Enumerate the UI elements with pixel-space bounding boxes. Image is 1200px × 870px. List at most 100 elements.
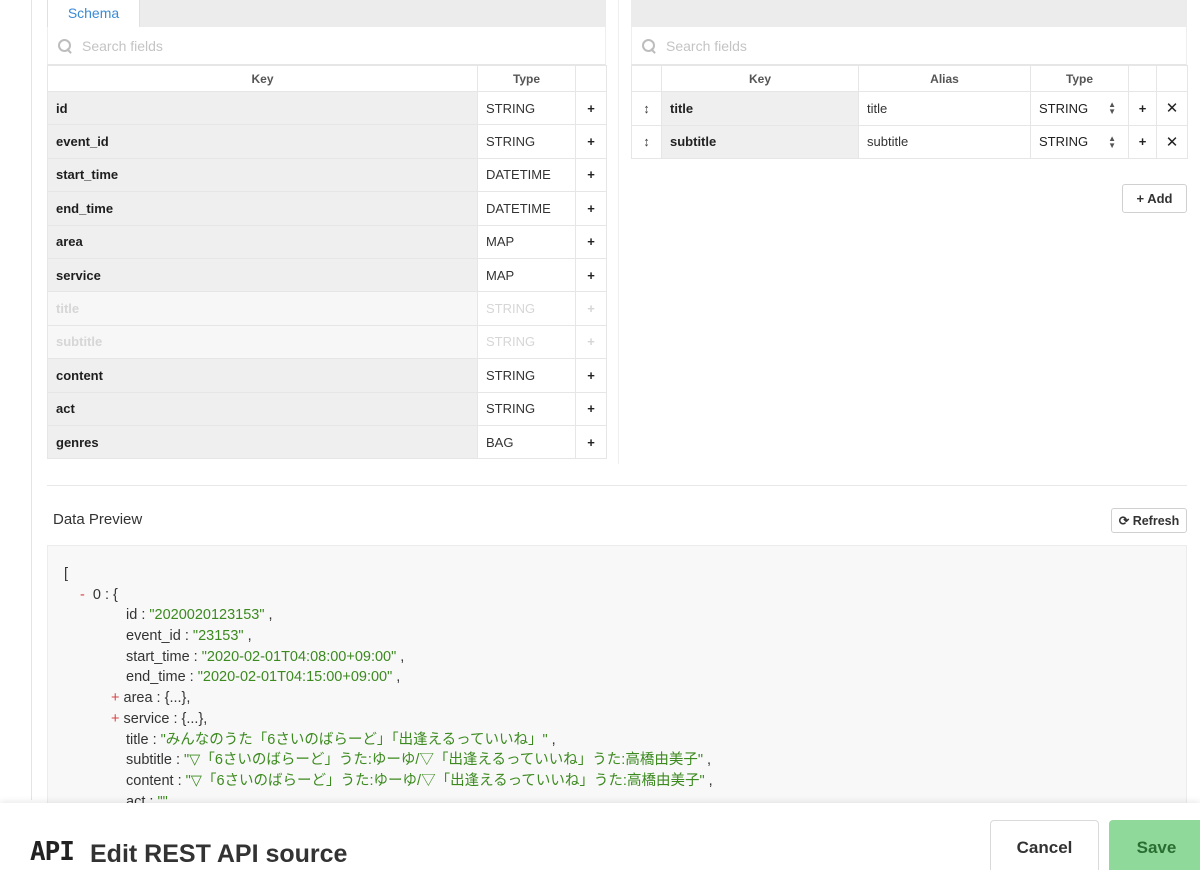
refresh-icon: ⟳: [1118, 514, 1130, 528]
schema-row: start_time DATETIME +: [47, 157, 607, 193]
search-icon: [58, 38, 72, 53]
field-type: DATETIME: [477, 191, 576, 226]
field-key: start_time: [47, 157, 478, 193]
search-icon: [642, 38, 656, 53]
type-select-value: STRING: [1039, 134, 1089, 150]
expand-toggle[interactable]: +: [111, 690, 119, 706]
add-field-plus-icon[interactable]: +: [575, 324, 607, 360]
add-field-plus-icon[interactable]: +: [575, 424, 607, 460]
add-field-plus-icon[interactable]: +: [575, 224, 607, 259]
alias-field[interactable]: title: [858, 91, 1031, 126]
column-header-action: [575, 65, 607, 92]
drag-handle-icon[interactable]: ↕: [631, 124, 662, 159]
field-key: title: [47, 291, 478, 326]
mapping-search-input[interactable]: [666, 37, 966, 54]
schema-row: act STRING +: [47, 391, 607, 426]
json-key: end_time :: [126, 669, 198, 686]
expand-toggle[interactable]: +: [111, 711, 119, 727]
mapping-key: subtitle: [661, 124, 859, 159]
json-line: content : "▽「6さいのばらーど」うた:ゆーゆ/▽「出逢えるっていいね…: [126, 772, 713, 789]
type-select[interactable]: STRING ▲ ▼: [1030, 124, 1129, 159]
field-type: STRING: [477, 291, 576, 326]
field-key: end_time: [47, 191, 478, 226]
field-key: id: [47, 90, 478, 126]
api-icon: API: [30, 837, 75, 867]
json-collapsed-object: area : {...},: [123, 690, 191, 707]
column-header-key: Key: [661, 65, 859, 92]
select-arrows-icon: ▲ ▼: [1108, 133, 1116, 150]
add-field-plus-icon[interactable]: +: [575, 358, 607, 393]
json-line: event_id : "23153" ,: [126, 628, 252, 645]
json-key: subtitle :: [126, 752, 185, 769]
json-line: title : "みんなのうた「6さいのばらーど」「出逢えるっていいね」" ,: [126, 731, 556, 748]
schema-row: title STRING +: [47, 291, 607, 326]
json-value: "2020-02-01T04:08:00+09:00": [201, 648, 397, 665]
schema-tabbar: Schema: [47, 0, 606, 27]
alias-field[interactable]: subtitle: [858, 124, 1031, 159]
column-header-type: Type: [477, 65, 576, 92]
add-field-plus-icon[interactable]: +: [575, 124, 607, 159]
type-select[interactable]: STRING ▲ ▼: [1030, 91, 1129, 126]
schema-row: end_time DATETIME +: [47, 191, 607, 226]
remove-row-close-icon[interactable]: ✕: [1156, 91, 1188, 126]
schema-row: genres BAG +: [47, 424, 607, 460]
section-divider: [47, 485, 1187, 486]
json-key: content :: [126, 772, 186, 789]
mapping-table-header: Key Alias Type: [631, 65, 1188, 92]
json-key: start_time :: [126, 648, 202, 665]
tab-schema[interactable]: Schema: [47, 0, 140, 27]
mapping-row: ↕ subtitle subtitle STRING ▲ ▼ + ✕: [631, 124, 1188, 159]
json-value: "2020-02-01T04:15:00+09:00": [197, 669, 393, 686]
add-field-plus-icon[interactable]: +: [575, 257, 607, 293]
field-type: MAP: [477, 224, 576, 259]
add-field-button[interactable]: + Add: [1122, 184, 1187, 213]
column-header-add: [1128, 65, 1157, 92]
field-type: STRING: [477, 124, 576, 159]
collapse-toggle[interactable]: -: [80, 587, 85, 603]
field-type: STRING: [477, 324, 576, 360]
json-key: title :: [126, 731, 161, 748]
field-type: STRING: [477, 391, 576, 426]
add-field-plus-icon[interactable]: +: [575, 191, 607, 226]
save-button[interactable]: Save: [1109, 820, 1200, 870]
json-line: start_time : "2020-02-01T04:08:00+09:00"…: [126, 648, 405, 665]
add-field-plus-icon[interactable]: +: [575, 90, 607, 126]
json-value: "2020020123153": [149, 607, 265, 624]
drag-handle-icon[interactable]: ↕: [631, 91, 662, 126]
mapping-row: ↕ title title STRING ▲ ▼ + ✕: [631, 91, 1188, 126]
field-type: BAG: [477, 424, 576, 460]
json-line: [: [64, 564, 713, 585]
schema-row: service MAP +: [47, 257, 607, 293]
field-key: area: [47, 224, 478, 259]
data-preview-box[interactable]: [ - 0 : { id : "2020020123153" , event_i…: [47, 545, 1187, 805]
schema-table-header: Key Type: [47, 65, 607, 92]
schema-row: id STRING +: [47, 90, 607, 126]
schema-search-input[interactable]: [82, 37, 382, 54]
add-field-plus-icon[interactable]: +: [575, 157, 607, 193]
mapping-table: Key Alias Type ↕ title title STRING ▲ ▼ + ✕ ↕ sub…: [631, 65, 1188, 159]
refresh-button[interactable]: ⟳ Refresh: [1111, 508, 1187, 533]
add-field-plus-icon[interactable]: +: [575, 291, 607, 326]
remove-row-close-icon[interactable]: ✕: [1156, 124, 1188, 159]
schema-panel: Schema Key Type idSTRING+event_idSTRING+…: [47, 0, 607, 462]
json-collapsed-object: service : {...},: [123, 710, 208, 727]
schema-search: [47, 27, 606, 65]
json-bracket: [: [64, 566, 69, 582]
column-header-remove: [1156, 65, 1188, 92]
mapping-search: [631, 27, 1187, 65]
add-row-plus-icon[interactable]: +: [1128, 91, 1157, 126]
field-type: MAP: [477, 257, 576, 293]
json-tree: [ - 0 : { id : "2020020123153" , event_i…: [64, 564, 713, 804]
schema-row: content STRING +: [47, 358, 607, 393]
left-border: [31, 0, 32, 800]
type-select-value: STRING: [1039, 100, 1089, 116]
json-line: subtitle : "▽「6さいのばらーど」うた:ゆーゆ/▽「出逢えるっていい…: [126, 752, 712, 769]
field-key: content: [47, 358, 478, 393]
column-header-drag: [631, 65, 662, 92]
add-field-plus-icon[interactable]: +: [575, 391, 607, 426]
select-arrows-icon: ▲ ▼: [1108, 100, 1116, 116]
cancel-button[interactable]: Cancel: [990, 820, 1099, 870]
dialog-title: Edit REST API source: [90, 840, 348, 868]
json-value: "みんなのうた「6さいのばらーど」「出逢えるっていいね」": [160, 731, 548, 748]
add-row-plus-icon[interactable]: +: [1128, 124, 1157, 159]
